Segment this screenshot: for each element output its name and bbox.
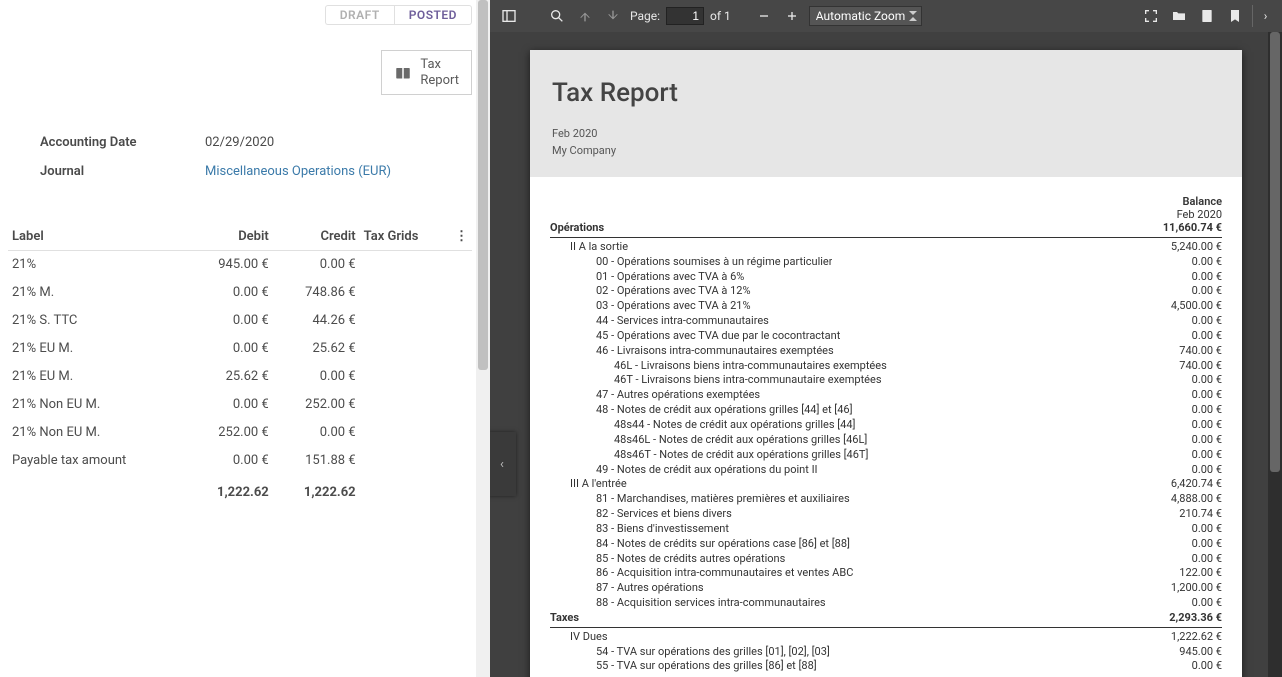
report-line: 87 - Autres opérations1,200.00 € [550,581,1222,596]
report-line: III A l'entrée6,420.74 € [550,477,1222,492]
report-line: 44 - Services intra-communautaires0.00 € [550,314,1222,329]
col-tax-grids[interactable]: Tax Grids [360,223,451,251]
pdf-preview-panel: Page: of 1 Automatic Zoom › ‹ Tax Report… [490,0,1282,677]
col-label[interactable]: Label [8,223,186,251]
report-line: 48s46T - Notes de crédit aux opérations … [550,448,1222,463]
bookmark-icon[interactable] [1224,5,1246,27]
zoom-out-icon[interactable] [753,5,775,27]
fullscreen-icon[interactable] [1140,5,1162,27]
accounting-date-value: 02/29/2020 [205,135,274,150]
col-debit[interactable]: Debit [186,223,273,251]
total-debit: 1,222.62 [186,475,273,507]
report-line: 48s46L - Notes de crédit aux opérations … [550,433,1222,448]
balance-period: Feb 2020 [550,208,1222,221]
table-row[interactable]: 21% Non EU M.0.00 €252.00 € [8,391,472,419]
pdf-scrollbar[interactable] [1268,32,1282,677]
table-row[interactable]: 21% EU M.25.62 €0.00 € [8,363,472,391]
zoom-in-icon[interactable] [781,5,803,27]
table-row[interactable]: 21%945.00 €0.00 € [8,251,472,279]
report-line: 01 - Opérations avec TVA à 6%0.00 € [550,270,1222,285]
page-total: of 1 [710,9,731,23]
sidebar-toggle-icon[interactable] [498,5,520,27]
pdf-page: Tax Report Feb 2020 My Company Balance F… [530,50,1242,677]
report-line: 54 - TVA sur opérations des grilles [01]… [550,645,1222,660]
report-line: 85 - Notes de crédits autres opérations0… [550,552,1222,567]
table-row[interactable]: 21% S. TTC0.00 €44.26 € [8,307,472,335]
report-line: 47 - Autres opérations exemptées0.00 € [550,388,1222,403]
journal-link[interactable]: Miscellaneous Operations (EUR) [205,164,391,179]
status-draft[interactable]: DRAFT [325,5,394,25]
tax-report-button-label: Tax Report [420,57,459,88]
col-credit[interactable]: Credit [273,223,360,251]
report-line: 46L - Livraisons biens intra-communautai… [550,359,1222,374]
report-line: 02 - Opérations avec TVA à 12%0.00 € [550,284,1222,299]
report-line: 48 - Notes de crédit aux opérations gril… [550,403,1222,418]
table-row[interactable]: Payable tax amount0.00 €151.88 € [8,447,472,475]
balance-header: Balance [550,195,1222,208]
collapse-handle-icon[interactable]: ‹ [490,432,516,496]
more-icon[interactable]: › [1252,5,1274,27]
form-panel: DRAFT POSTED Tax Report Accounting Date … [0,0,490,677]
left-scrollbar[interactable] [476,0,490,677]
book-icon [394,65,412,81]
tax-report-button[interactable]: Tax Report [381,50,472,95]
table-row[interactable]: 21% EU M.0.00 €25.62 € [8,335,472,363]
table-row[interactable]: 21% Non EU M.252.00 €0.00 € [8,419,472,447]
report-line: II A la sortie5,240.00 € [550,240,1222,255]
report-company: My Company [552,143,1220,160]
report-line: 46T - Livraisons biens intra-communautai… [550,373,1222,388]
ledger-table: Label Debit Credit Tax Grids ⋮ 21%945.00… [8,223,472,507]
report-line: 83 - Biens d'investissement0.00 € [550,522,1222,537]
search-icon[interactable] [546,5,568,27]
table-row[interactable]: 21% M.0.00 €748.86 € [8,279,472,307]
zoom-select[interactable]: Automatic Zoom [809,6,922,26]
report-line: 48s44 - Notes de crédit aux opérations g… [550,418,1222,433]
report-line: IV Dues1,222.62 € [550,630,1222,645]
report-line: 81 - Marchandises, matières premières et… [550,492,1222,507]
total-credit: 1,222.62 [273,475,360,507]
report-period: Feb 2020 [552,126,1220,143]
report-line: 86 - Acquisition intra-communautaires et… [550,566,1222,581]
report-line: 49 - Notes de crédit aux opérations du p… [550,463,1222,478]
open-file-icon[interactable] [1168,5,1190,27]
report-line: 88 - Acquisition services intra-communau… [550,596,1222,611]
report-line: 00 - Opérations soumises à un régime par… [550,255,1222,270]
page-label: Page: [630,9,660,23]
report-line: 45 - Opérations avec TVA due par le coco… [550,329,1222,344]
report-title: Tax Report [552,78,1220,108]
kebab-icon[interactable]: ⋮ [451,223,472,251]
accounting-date-label: Accounting Date [40,135,205,150]
report-line: 82 - Services et biens divers210.74 € [550,507,1222,522]
form-fields: Accounting Date 02/29/2020 Journal Misce… [0,99,490,223]
print-icon[interactable] [1196,5,1218,27]
pdf-toolbar: Page: of 1 Automatic Zoom › [490,0,1282,32]
report-line: Taxes2,293.36 € [550,611,1222,628]
next-page-icon[interactable] [602,5,624,27]
page-number-input[interactable] [666,7,704,25]
report-line: 55 - TVA sur opérations des grilles [86]… [550,659,1222,674]
report-line: 84 - Notes de crédits sur opérations cas… [550,537,1222,552]
report-line: Opérations11,660.74 € [550,221,1222,238]
status-posted[interactable]: POSTED [394,5,472,25]
journal-label: Journal [40,164,205,179]
prev-page-icon[interactable] [574,5,596,27]
report-line: 46 - Livraisons intra-communautaires exe… [550,344,1222,359]
status-tabs: DRAFT POSTED [0,0,490,30]
report-line: 03 - Opérations avec TVA à 21%4,500.00 € [550,299,1222,314]
